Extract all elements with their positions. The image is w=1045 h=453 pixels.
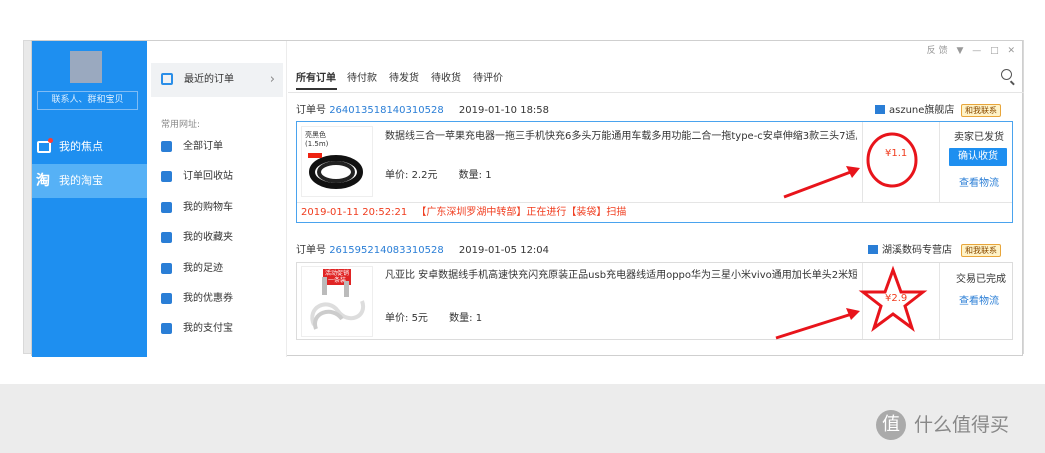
unit-price: 2.2元 — [411, 170, 438, 181]
shop-link[interactable]: aszune旗舰店 — [875, 103, 954, 119]
contact-seller-button[interactable]: 和我联系 — [961, 244, 1001, 257]
chevron-right-icon: › — [269, 72, 275, 87]
unit-price: 5元 — [411, 313, 428, 324]
menu-item-coupons[interactable]: 我的优惠券 — [161, 289, 233, 309]
watermark-logo: 值 — [876, 410, 906, 440]
order-date: 2019-01-10 18:58 — [458, 105, 550, 116]
sidebar-item-my-taobao[interactable]: 淘 我的淘宝 — [32, 164, 147, 198]
order-menu: 最近的订单 › 常用网址: 全部订单 订单回收站 我的购物车 我的收藏夹 我的足… — [147, 41, 287, 357]
sidebar-item-focus[interactable]: 我的焦点 — [32, 130, 147, 164]
product-thumbnail[interactable]: 亮黑色 (1.5m) — [301, 126, 373, 197]
menu-item-label: 我的收藏夹 — [183, 232, 233, 243]
order-status: 交易已完成 — [956, 274, 1006, 285]
sidebar-item-label: 我的焦点 — [59, 140, 103, 153]
cart-icon — [161, 202, 172, 213]
order-number-label: 订单号 — [296, 245, 326, 256]
search-icon[interactable] — [1001, 69, 1012, 80]
tab-pending-shipment[interactable]: 待发货 — [389, 69, 419, 84]
watermark-text: 什么值得买 — [914, 414, 1010, 436]
avatar[interactable] — [70, 51, 102, 83]
coupon-icon — [161, 293, 172, 304]
contact-seller-button[interactable]: 和我联系 — [961, 104, 1001, 117]
order-number-label: 订单号 — [296, 105, 326, 116]
order-card[interactable]: 活动促销 一条装 凡亚比 安卓数据线手机高速快充闪充原装正品usb充电器线适用o… — [296, 262, 1013, 340]
menu-item-label: 我的支付宝 — [183, 323, 233, 334]
tabs-divider — [288, 92, 1024, 93]
column-divider — [939, 122, 940, 202]
active-tab-indicator — [296, 88, 337, 90]
sidebar-item-label: 我的淘宝 — [59, 174, 103, 187]
orders-panel: 反馈 ▼ — □ ✕ 所有订单 待付款 待发货 待收货 待评价 订单号 2640… — [288, 41, 1024, 357]
quantity: 1 — [475, 313, 483, 324]
footprint-icon — [161, 263, 172, 274]
shop-link[interactable]: 湖溪数码专营店 — [868, 243, 952, 259]
cable-image — [308, 153, 363, 189]
menu-item-label: 我的购物车 — [183, 202, 233, 213]
order-total-price: ¥2.9 — [885, 293, 908, 304]
menu-item-label: 我的足迹 — [183, 263, 223, 274]
left-sidebar: 联系人、群和宝贝 我的焦点 淘 我的淘宝 — [32, 41, 147, 357]
quantity-label: 数量: — [449, 313, 473, 324]
menu-recent-orders[interactable]: 最近的订单 › — [151, 63, 283, 97]
tracking-text: 【广东深圳罗湖中转部】正在进行【装袋】扫描 — [416, 207, 627, 218]
cable-image — [310, 277, 366, 330]
product-title[interactable]: 凡亚比 安卓数据线手机高速快充闪充原装正品usb充电器线适用oppo华为三星小米… — [385, 269, 857, 283]
quantity-label: 数量: — [458, 170, 483, 181]
unit-price-label: 单价: — [385, 313, 409, 324]
order-header: 订单号 261595214083310528 2019-01-05 12:04 — [296, 243, 549, 259]
orders-icon — [161, 73, 173, 85]
order-status: 卖家已发货 — [954, 132, 1004, 143]
column-divider — [939, 263, 940, 339]
view-logistics-link[interactable]: 查看物流 — [959, 292, 999, 307]
product-title[interactable]: 数据线三合一苹果充电器一拖三手机快充6多头万能通用车载多用功能二合一拖type-… — [385, 130, 857, 144]
order-number-link[interactable]: 261595214083310528 — [329, 245, 444, 256]
tab-all-orders[interactable]: 所有订单 — [296, 69, 336, 84]
shop-name: 湖溪数码专营店 — [882, 245, 952, 256]
contacts-search-button[interactable]: 联系人、群和宝贝 — [37, 91, 138, 110]
notification-dot — [48, 138, 53, 143]
confirm-receipt-button[interactable]: 确认收货 — [949, 148, 1007, 166]
order-number-link[interactable]: 264013518140310528 — [329, 105, 444, 116]
order-header: 订单号 264013518140310528 2019-01-10 18:58 — [296, 103, 549, 119]
app-window: 联系人、群和宝贝 我的焦点 淘 我的淘宝 最近的订单 › 常用网址: 全部订单 … — [31, 40, 1024, 357]
alipay-icon — [161, 323, 172, 334]
shop-icon — [868, 245, 878, 254]
menu-item-label: 订单回收站 — [183, 171, 233, 182]
window-controls[interactable]: 反馈 ▼ — □ ✕ — [927, 43, 1018, 56]
trash-icon — [161, 171, 172, 182]
menu-item-label: 全部订单 — [183, 141, 223, 152]
menu-item-favorites[interactable]: 我的收藏夹 — [161, 228, 233, 248]
menu-item-alipay[interactable]: 我的支付宝 — [161, 319, 233, 339]
menu-recent-label: 最近的订单 — [184, 74, 234, 85]
order-card[interactable]: 亮黑色 (1.5m) 数据线三合一苹果充电器一拖三手机快充6多头万能通用车载多用… — [296, 121, 1013, 223]
column-divider — [862, 263, 863, 339]
tab-pending-receipt[interactable]: 待收货 — [431, 69, 461, 84]
order-date: 2019-01-05 12:04 — [458, 245, 550, 256]
quantity: 1 — [485, 170, 492, 181]
view-logistics-link[interactable]: 查看物流 — [959, 174, 999, 189]
unit-price-label: 单价: — [385, 170, 409, 181]
shop-icon — [875, 105, 885, 114]
tracking-time: 2019-01-11 20:52:21 — [301, 207, 408, 218]
product-thumbnail[interactable]: 活动促销 一条装 — [301, 266, 373, 337]
unit-price-line: 单价: 5元 数量: 1 — [385, 309, 482, 324]
shop-name: aszune旗舰店 — [889, 105, 955, 116]
tracking-info[interactable]: 2019-01-11 20:52:21 【广东深圳罗湖中转部】正在进行【装袋】扫… — [297, 202, 1012, 222]
column-divider — [862, 122, 863, 202]
menu-item-label: 我的优惠券 — [183, 293, 233, 304]
unit-price-line: 单价: 2.2元 数量: 1 — [385, 166, 492, 181]
tab-pending-review[interactable]: 待评价 — [473, 69, 503, 84]
menu-item-footprint[interactable]: 我的足迹 — [161, 259, 223, 279]
taobao-icon: 淘 — [36, 173, 50, 189]
menu-item-cart[interactable]: 我的购物车 — [161, 198, 233, 218]
menu-item-all-orders[interactable]: 全部订单 — [161, 137, 223, 157]
all-orders-icon — [161, 141, 172, 152]
common-links-label: 常用网址: — [161, 120, 201, 130]
order-total-price: ¥1.1 — [885, 148, 908, 159]
star-icon — [161, 232, 172, 243]
menu-item-recycle-bin[interactable]: 订单回收站 — [161, 167, 233, 187]
tab-pending-payment[interactable]: 待付款 — [347, 69, 377, 84]
